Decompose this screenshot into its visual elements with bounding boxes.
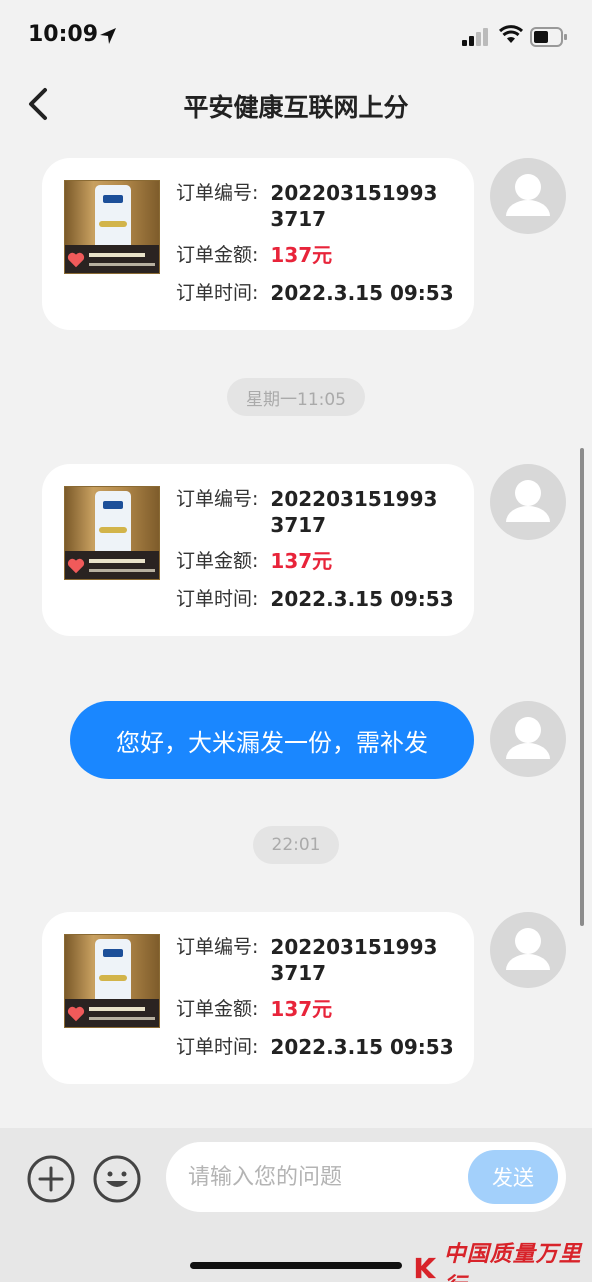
location-arrow-icon — [100, 28, 116, 44]
nav-header: 平安健康互联网上分 — [0, 72, 592, 138]
wifi-icon — [498, 25, 524, 43]
emoji-button[interactable] — [92, 1154, 142, 1204]
timestamp-divider: 星期一11:05 — [227, 378, 365, 416]
user-icon — [506, 480, 550, 522]
order-time-label: 订单时间: — [176, 588, 259, 610]
scrollbar[interactable] — [580, 448, 584, 926]
cellular-signal-icon — [462, 28, 488, 46]
order-card[interactable]: 订单编号: 2022031519933717 订单金额: 137元 订单时间: 202… — [42, 158, 474, 330]
order-card[interactable]: 订单编号: 2022031519933717 订单金额: 137元 订单时间: 202… — [42, 912, 474, 1084]
order-no-value: 2022031519933717 — [270, 487, 438, 537]
watermark-k-icon — [415, 1257, 437, 1279]
message-bubble[interactable]: 您好，大米漏发一份，需补发 — [70, 701, 474, 779]
message-input-container: 发送 — [166, 1142, 566, 1212]
order-no-value: 2022031519933717 — [270, 181, 438, 231]
status-time: 10:09 — [28, 22, 99, 47]
message-input[interactable] — [188, 1142, 448, 1212]
order-amount-label: 订单金额: — [176, 244, 259, 266]
order-time-value: 2022.3.15 09:53 — [270, 1035, 454, 1059]
order-time-label: 订单时间: — [176, 1036, 259, 1058]
plus-circle-icon — [27, 1155, 75, 1203]
order-no-label: 订单编号: — [176, 936, 259, 958]
user-icon — [506, 174, 550, 216]
order-amount-value: 137元 — [270, 549, 333, 573]
product-thumbnail — [64, 486, 160, 580]
order-no-label: 订单编号: — [176, 488, 259, 510]
add-attachment-button[interactable] — [26, 1154, 76, 1204]
page-title: 平安健康互联网上分 — [183, 93, 409, 122]
product-thumbnail — [64, 934, 160, 1028]
timestamp-divider: 22:01 — [253, 826, 339, 864]
heart-logo-icon — [67, 558, 85, 574]
order-amount-label: 订单金额: — [176, 550, 259, 572]
product-thumbnail — [64, 180, 160, 274]
status-bar: 10:09 — [0, 0, 592, 72]
heart-logo-icon — [67, 1006, 85, 1022]
order-card[interactable]: 订单编号: 2022031519933717 订单金额: 137元 订单时间: 202… — [42, 464, 474, 636]
heart-logo-icon — [67, 252, 85, 268]
user-avatar[interactable] — [490, 912, 566, 988]
user-avatar[interactable] — [490, 701, 566, 777]
user-avatar[interactable] — [490, 158, 566, 234]
order-time-value: 2022.3.15 09:53 — [270, 281, 454, 305]
order-no-label: 订单编号: — [176, 182, 259, 204]
smiley-icon — [93, 1155, 141, 1203]
order-time-label: 订单时间: — [176, 282, 259, 304]
chat-list[interactable]: 订单编号: 2022031519933717 订单金额: 137元 订单时间: 202… — [0, 138, 592, 1128]
watermark-text: 中国质量万里行 — [443, 1241, 582, 1282]
order-amount-value: 137元 — [270, 997, 333, 1021]
order-time-value: 2022.3.15 09:53 — [270, 587, 454, 611]
order-amount-value: 137元 — [270, 243, 333, 267]
watermark-logo: 中国质量万里行 — [414, 1236, 592, 1282]
user-icon — [506, 717, 550, 759]
user-icon — [506, 928, 550, 970]
battery-icon — [530, 27, 567, 47]
order-amount-label: 订单金额: — [176, 998, 259, 1020]
send-button[interactable]: 发送 — [468, 1150, 558, 1204]
home-indicator — [190, 1262, 402, 1269]
user-avatar[interactable] — [490, 464, 566, 540]
order-no-value: 2022031519933717 — [270, 935, 438, 985]
